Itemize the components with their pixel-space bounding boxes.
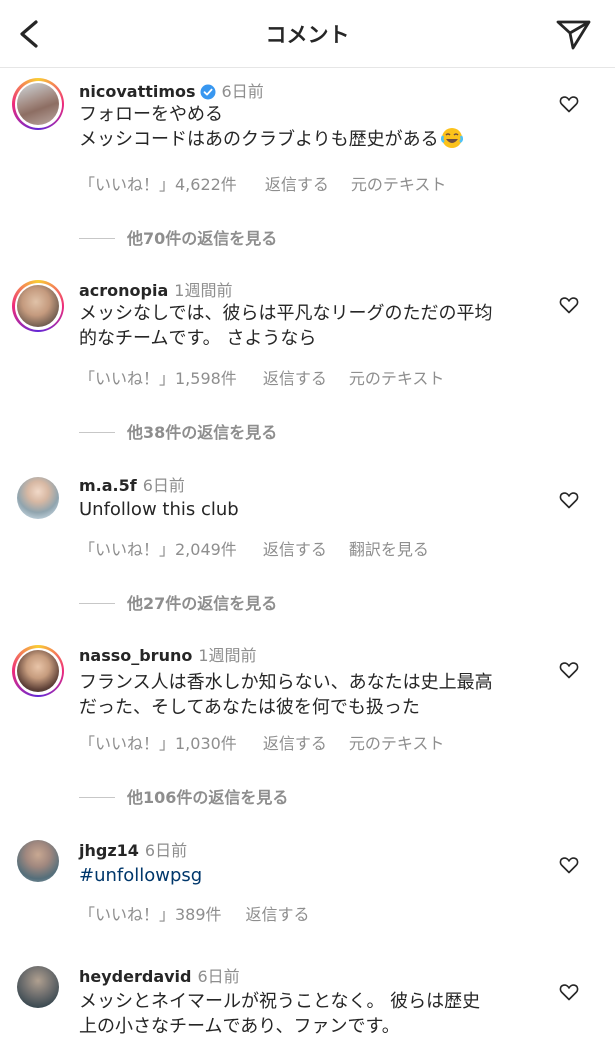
comment-line: だった、そしてあなたは彼を何でも扱った [79, 697, 420, 718]
comment-line: メッシなしでは、彼らは平凡なリーグのただの平均 [79, 303, 493, 324]
reply-button[interactable]: 返信する [263, 734, 327, 753]
reply-button[interactable]: 返信する [265, 175, 329, 194]
comment-text: Unfollow this club [79, 497, 539, 522]
divider [79, 432, 115, 433]
heart-icon[interactable] [559, 94, 579, 114]
avatar[interactable] [12, 280, 64, 332]
username[interactable]: nasso_bruno [79, 646, 192, 665]
comment-header: heyderdavid 6日前 [79, 963, 240, 987]
heart-icon[interactable] [559, 660, 579, 680]
comment-text: フォローをやめる メッシコードはあのクラブよりも歴史がある [79, 102, 539, 152]
timestamp: 6日前 [197, 967, 240, 986]
original-text-button[interactable]: 元のテキスト [349, 734, 445, 753]
reply-button[interactable]: 返信する [246, 905, 310, 924]
username[interactable]: jhgz14 [79, 841, 139, 860]
timestamp: 1週間前 [174, 281, 233, 300]
view-replies-button[interactable]: 他27件の返信を見る [79, 590, 277, 614]
view-replies-button[interactable]: 他70件の返信を見る [79, 225, 277, 249]
comment-text: フランス人は香水しか知らない、あなたは史上最高 だった、そしてあなたは彼を何でも… [79, 670, 539, 720]
view-replies-label: 他70件の返信を見る [127, 229, 278, 248]
likes-count[interactable]: 「いいね！」1,598件 [79, 369, 237, 388]
view-replies-button[interactable]: 他106件の返信を見る [79, 784, 288, 808]
likes-count[interactable]: 「いいね！」2,049件 [79, 540, 237, 559]
timestamp: 6日前 [142, 476, 185, 495]
comment-header: m.a.5f 6日前 [79, 472, 185, 496]
timestamp: 6日前 [144, 841, 188, 860]
hashtag-link[interactable]: #unfollowpsg [79, 863, 539, 888]
heart-icon[interactable] [559, 982, 579, 1002]
comment-line: フランス人は香水しか知らない、あなたは史上最高 [79, 672, 493, 693]
original-text-button[interactable]: 元のテキスト [351, 175, 447, 194]
view-replies-label: 他38件の返信を見る [127, 423, 278, 442]
reply-button[interactable]: 返信する [263, 540, 327, 559]
avatar[interactable] [12, 961, 64, 1013]
view-replies-button[interactable]: 他38件の返信を見る [79, 419, 277, 443]
comment-actions: 「いいね！」1,030件 返信する 元のテキスト [79, 730, 444, 754]
comment-line: 的なチームです。 さようなら [79, 328, 317, 349]
comment-line: メッシコードはあのクラブよりも歴史がある [79, 127, 539, 152]
divider [79, 797, 115, 798]
top-bar: コメント [0, 0, 615, 68]
divider [79, 238, 115, 239]
comment-actions: 「いいね！」1,598件 返信する 元のテキスト [79, 365, 444, 389]
comment-actions: 「いいね！」2,049件 返信する 翻訳を見る [79, 536, 429, 560]
avatar[interactable] [12, 78, 64, 130]
heart-icon[interactable] [559, 855, 579, 875]
comment-actions: 「いいね！」4,622件 返信する 元のテキスト [79, 171, 446, 195]
comment-line: メッシとネイマールが祝うことなく。 彼らは歴史 [79, 991, 481, 1012]
paper-plane-icon [556, 20, 591, 50]
heart-icon[interactable] [559, 490, 579, 510]
view-replies-label: 他106件の返信を見る [127, 788, 289, 807]
translate-button[interactable]: 翻訳を見る [349, 540, 429, 559]
timestamp: 6日前 [221, 82, 264, 101]
username[interactable]: m.a.5f [79, 476, 137, 495]
laughing-tears-emoji-icon [440, 128, 463, 148]
comment-text: メッシとネイマールが祝うことなく。 彼らは歴史 上の小さなチームであり、ファンで… [79, 989, 539, 1039]
username[interactable]: nicovattimos [79, 82, 196, 101]
page-title: コメント [265, 23, 350, 47]
timestamp: 1週間前 [198, 646, 257, 665]
comment-text: #unfollowpsg [79, 863, 539, 888]
comment-header: nicovattimos 6日前 [79, 78, 264, 102]
original-text-button[interactable]: 元のテキスト [349, 369, 445, 388]
comment-header: nasso_bruno 1週間前 [79, 642, 257, 666]
username[interactable]: acronopia [79, 281, 168, 300]
comment-line-text: メッシコードはあのクラブよりも歴史がある [79, 129, 439, 150]
avatar[interactable] [12, 835, 64, 887]
comment-header: jhgz14 6日前 [79, 837, 187, 861]
comment-line: 上の小さなチームであり、ファンです。 [79, 1016, 400, 1037]
comment-text: メッシなしでは、彼らは平凡なリーグのただの平均 的なチームです。 さようなら [79, 301, 539, 351]
likes-count[interactable]: 「いいね！」4,622件 [79, 175, 237, 194]
comment-line: フォローをやめる [79, 104, 223, 125]
username[interactable]: heyderdavid [79, 967, 191, 986]
avatar[interactable] [12, 472, 64, 524]
divider [79, 603, 115, 604]
likes-count[interactable]: 「いいね！」1,030件 [79, 734, 237, 753]
comment-line: Unfollow this club [79, 499, 239, 520]
comment-header: acronopia 1週間前 [79, 277, 232, 301]
verified-badge-icon [200, 84, 216, 100]
view-replies-label: 他27件の返信を見る [127, 594, 278, 613]
reply-button[interactable]: 返信する [263, 369, 327, 388]
share-button[interactable] [553, 14, 593, 54]
heart-icon[interactable] [559, 295, 579, 315]
avatar[interactable] [12, 645, 64, 697]
comment-actions: 「いいね！」389件 返信する [79, 901, 310, 925]
likes-count[interactable]: 「いいね！」389件 [79, 905, 222, 924]
